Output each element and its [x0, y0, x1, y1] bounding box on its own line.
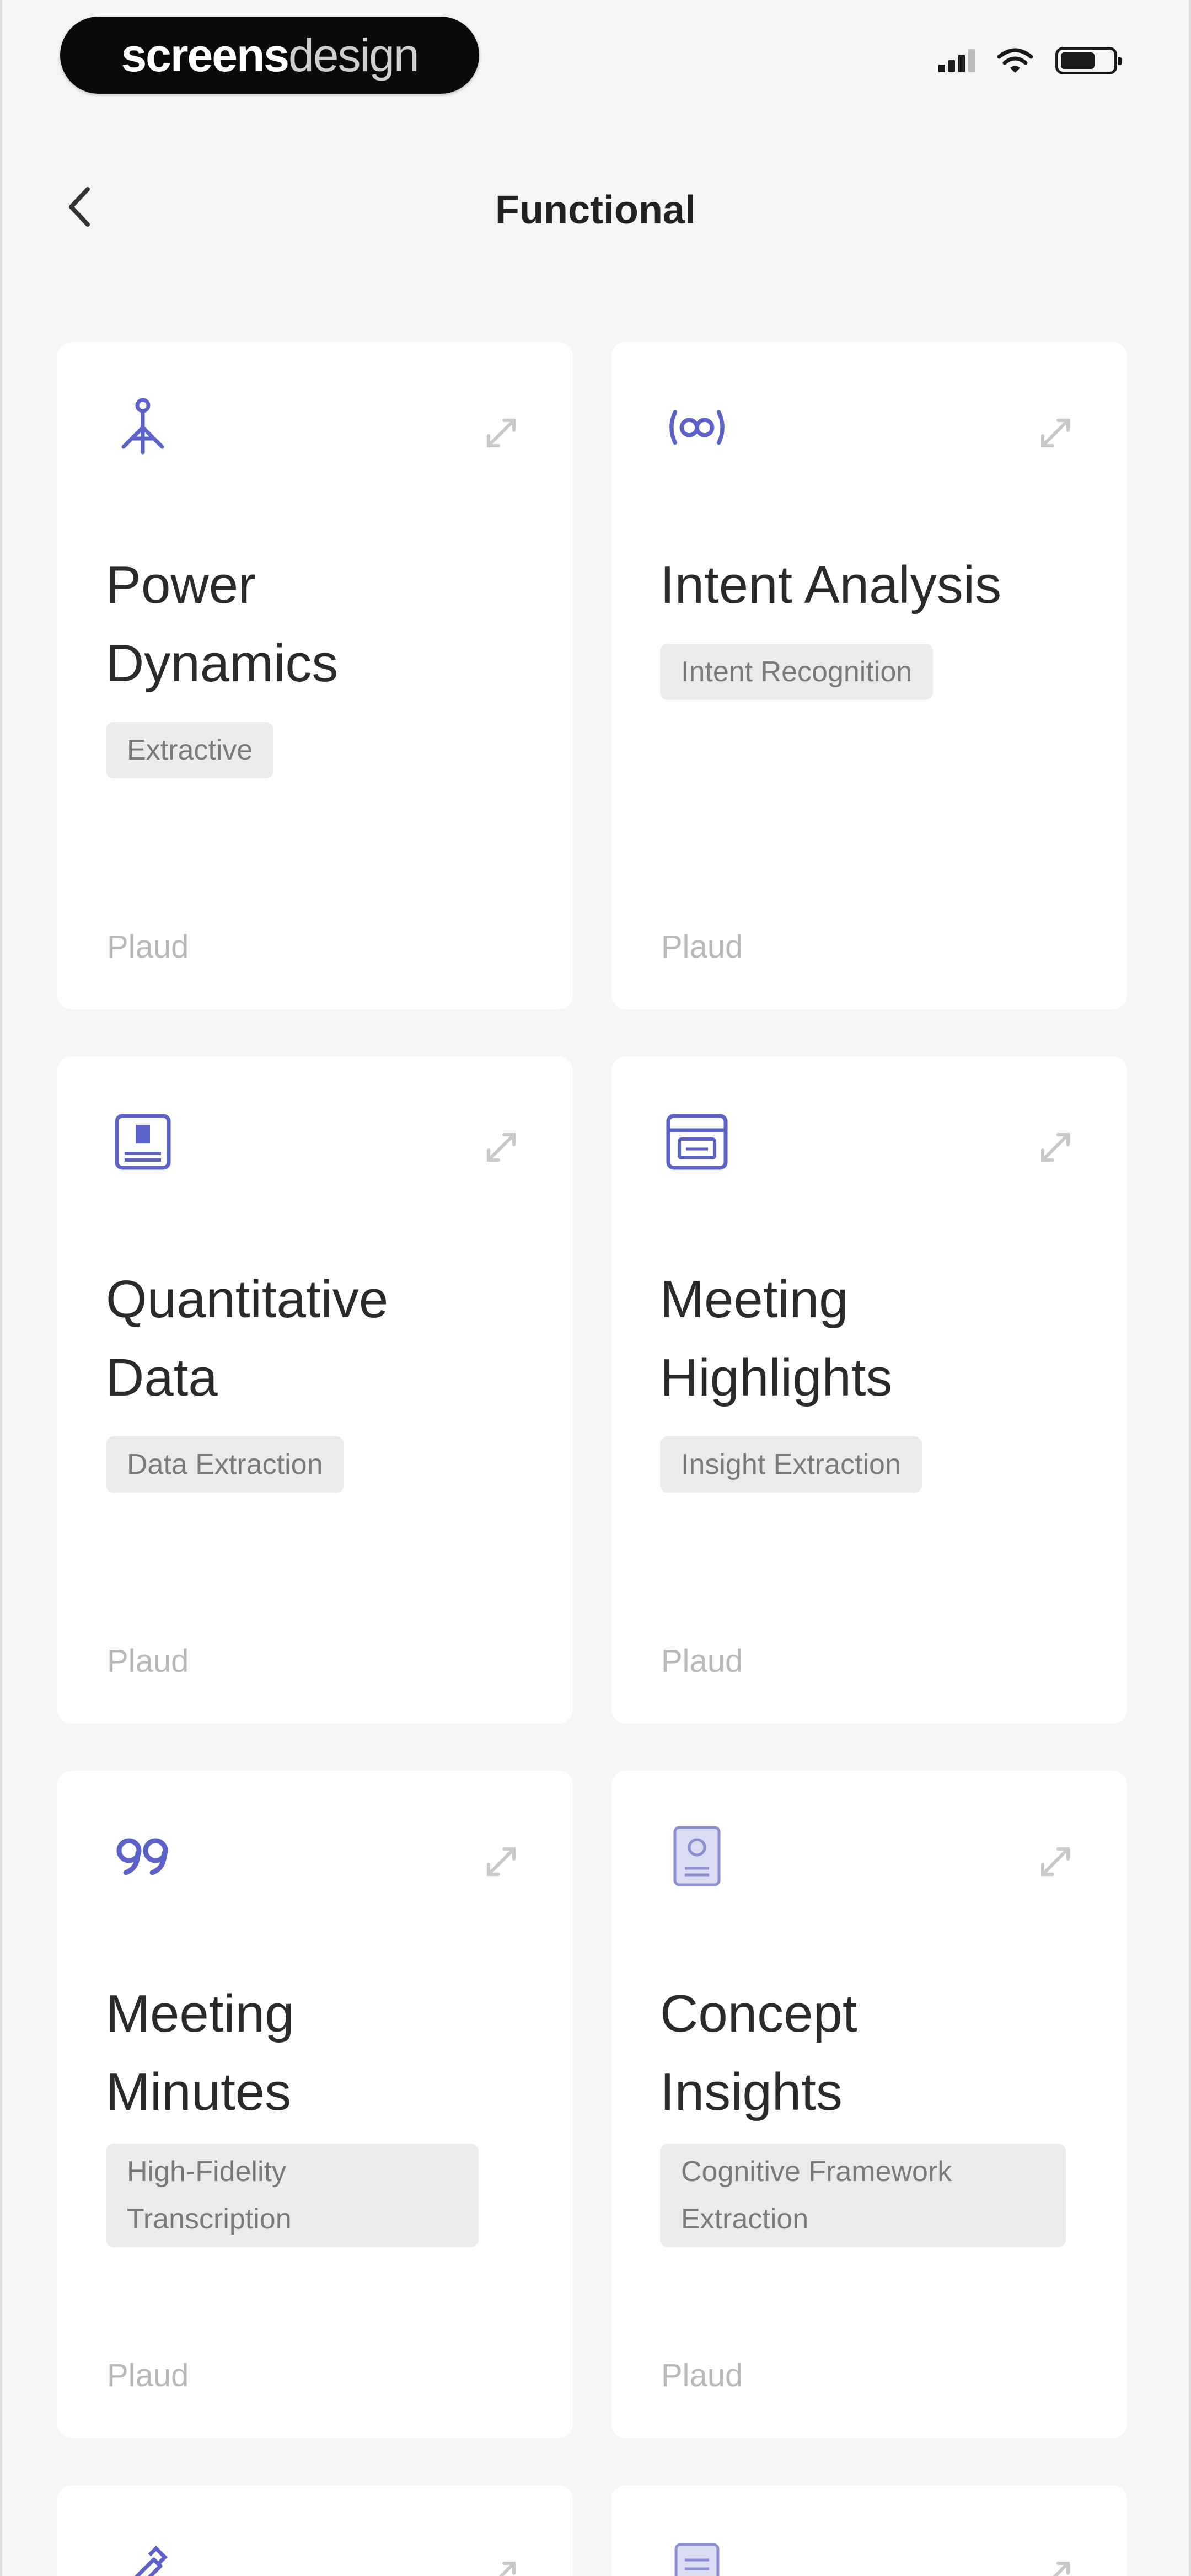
- card-source: Plaud: [107, 929, 189, 965]
- card-quantitative-data[interactable]: Quantitative Data Data Extraction Plaud: [57, 1056, 573, 1724]
- card-partial-left[interactable]: [57, 2485, 573, 2576]
- card-source: Plaud: [107, 2358, 189, 2393]
- card-tag: Cognitive Framework Extraction: [660, 2144, 1066, 2247]
- brackets-dots-icon: [664, 394, 730, 461]
- page-title: Functional: [495, 188, 696, 232]
- card-title-wrap: Quantitative Data Data Extraction: [106, 1260, 529, 1495]
- card-tag: Intent Recognition: [660, 644, 934, 700]
- phone-screen: screens design Functional Power Dynamics…: [0, 0, 1191, 2576]
- card-intent-analysis[interactable]: Intent Analysis Intent Recognition Plaud: [611, 342, 1127, 1009]
- header: Functional: [2, 165, 1189, 254]
- card-tag: High-Fidelity Transcription: [106, 2144, 479, 2247]
- card-title: Intent Analysis: [660, 555, 1002, 614]
- quote-icon: [110, 1823, 176, 1889]
- expand-icon[interactable]: [1036, 414, 1075, 452]
- card-partial-right[interactable]: [611, 2485, 1127, 2576]
- expand-icon[interactable]: [482, 2557, 521, 2576]
- calendar-card-icon: [664, 1109, 730, 1175]
- battery-icon: [1055, 47, 1122, 74]
- watermark-bold: screens: [121, 29, 289, 81]
- card-source: Plaud: [107, 1643, 189, 1679]
- pen-icon: [110, 2537, 176, 2576]
- wifi-icon: [997, 48, 1033, 73]
- expand-icon[interactable]: [1036, 1842, 1075, 1881]
- chart-board-icon: [110, 1109, 176, 1175]
- expand-icon[interactable]: [1036, 2557, 1075, 2576]
- expand-icon[interactable]: [482, 414, 521, 452]
- card-source: Plaud: [661, 1643, 743, 1679]
- status-bar: screens design: [2, 17, 1189, 99]
- expand-icon[interactable]: [1036, 1128, 1075, 1167]
- screensdesign-watermark: screens design: [60, 17, 479, 94]
- card-title-wrap: Intent Analysis Intent Recognition: [660, 546, 1083, 703]
- note-icon: [664, 2537, 730, 2576]
- expand-icon[interactable]: [482, 1842, 521, 1881]
- card-title: Meeting Minutes: [106, 1984, 294, 2121]
- expand-icon[interactable]: [482, 1128, 521, 1167]
- card-tag: Insight Extraction: [660, 1436, 922, 1493]
- watermark-light: design: [288, 29, 420, 81]
- card-source: Plaud: [661, 2358, 743, 2393]
- tree-icon: [110, 394, 176, 461]
- card-meeting-minutes[interactable]: Meeting Minutes High-Fidelity Transcript…: [57, 1771, 573, 2438]
- card-meeting-highlights[interactable]: Meeting Highlights Insight Extraction Pl…: [611, 1056, 1127, 1724]
- card-power-dynamics[interactable]: Power Dynamics Extractive Plaud: [57, 342, 573, 1009]
- card-title-wrap: Meeting Minutes High-Fidelity Transcript…: [106, 1975, 529, 2250]
- card-title: Power Dynamics: [106, 555, 339, 693]
- card-title: Concept Insights: [660, 1984, 857, 2121]
- card-title-wrap: Meeting Highlights Insight Extraction: [660, 1260, 1083, 1495]
- card-tag: Extractive: [106, 722, 274, 778]
- signal-icon: [938, 49, 975, 72]
- card-title-wrap: Concept Insights Cognitive Framework Ext…: [660, 1975, 1083, 2250]
- card-grid: Power Dynamics Extractive Plaud Intent A…: [57, 342, 1127, 2576]
- status-icons: [938, 47, 1122, 74]
- document-icon: [664, 1823, 730, 1889]
- card-title: Quantitative Data: [106, 1270, 389, 1407]
- card-title-wrap: Power Dynamics Extractive: [106, 546, 529, 781]
- card-title: Meeting Highlights: [660, 1270, 893, 1407]
- card-source: Plaud: [661, 929, 743, 965]
- card-concept-insights[interactable]: Concept Insights Cognitive Framework Ext…: [611, 1771, 1127, 2438]
- card-tag: Data Extraction: [106, 1436, 344, 1493]
